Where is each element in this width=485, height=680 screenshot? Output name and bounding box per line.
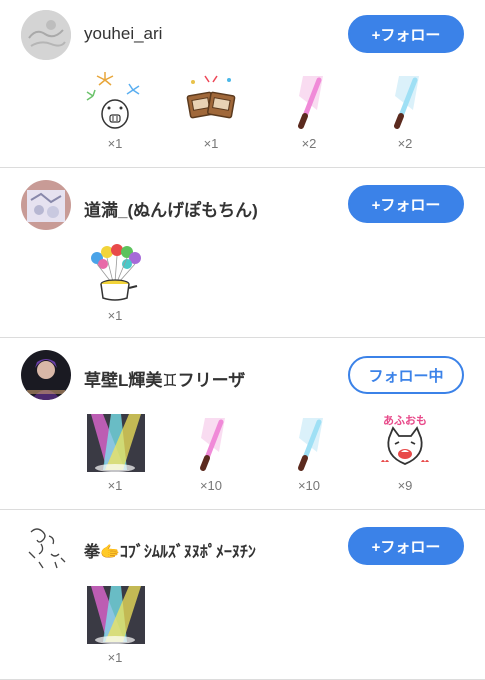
username[interactable]: 道満_(ぬんげぽもちん) [84,196,258,221]
accordion-cheers-icon [179,70,243,134]
avatar[interactable] [21,180,71,230]
user-row: youhei_ari +フォロー ×1 ×1 ×2 ×2 [0,0,485,168]
user-row: 草壁L輝美♊フリーザ フォロー中 ×1 ×10 ×10 あふおも ×9 [0,338,485,510]
gift-item: ×1 [80,242,150,323]
gift-item: ×2 [370,70,440,151]
gift-count: ×1 [107,650,123,665]
username[interactable]: 拳🫱ｺﾌﾞｼﾑﾙｽﾞﾇﾇﾎﾟﾒｰﾇﾁﾝ [84,538,256,562]
stage-spotlight-icon [83,412,147,476]
gift-count: ×2 [301,136,317,151]
gift-count: ×1 [107,136,123,151]
gift-count: ×10 [297,478,321,493]
username[interactable]: youhei_ari [84,24,162,44]
blue-penlight-icon [277,412,341,476]
gift-item: ×1 [80,70,150,151]
avatar[interactable] [21,10,71,60]
gift-item: ×10 [176,412,246,493]
following-button[interactable]: フォロー中 [348,356,464,394]
afuomo-cat-icon: あふおも [373,412,437,476]
username[interactable]: 草壁L輝美♊フリーザ [84,366,245,391]
gift-count: ×1 [107,478,123,493]
gift-count: ×2 [397,136,413,151]
balloons-pot-icon [83,242,147,306]
gift-item: ×2 [274,70,344,151]
gift-count: ×1 [107,308,123,323]
gift-item: ×1 [80,412,150,493]
gift-item: ×1 [176,70,246,151]
gift-count: ×1 [203,136,219,151]
gift-count: ×9 [397,478,413,493]
user-row: 拳🫱ｺﾌﾞｼﾑﾙｽﾞﾇﾇﾎﾟﾒｰﾇﾁﾝ +フォロー ×1 [0,510,485,680]
sticker-label: あふおも [383,414,427,427]
avatar[interactable] [21,350,71,400]
pink-penlight-icon [277,70,341,134]
blue-penlight-icon [373,70,437,134]
fireworks-pig-icon [83,70,147,134]
avatar[interactable] [21,522,71,572]
follow-button[interactable]: +フォロー [348,185,464,223]
follow-button[interactable]: +フォロー [348,15,464,53]
pink-penlight-icon [179,412,243,476]
follow-button[interactable]: +フォロー [348,527,464,565]
user-row: 道満_(ぬんげぽもちん) +フォロー ×1 [0,168,485,338]
gift-count: ×10 [199,478,223,493]
stage-spotlight-icon [83,584,147,648]
gift-item: ×10 [274,412,344,493]
gift-item: ×1 [80,584,150,665]
gift-item: あふおも ×9 [370,412,440,493]
